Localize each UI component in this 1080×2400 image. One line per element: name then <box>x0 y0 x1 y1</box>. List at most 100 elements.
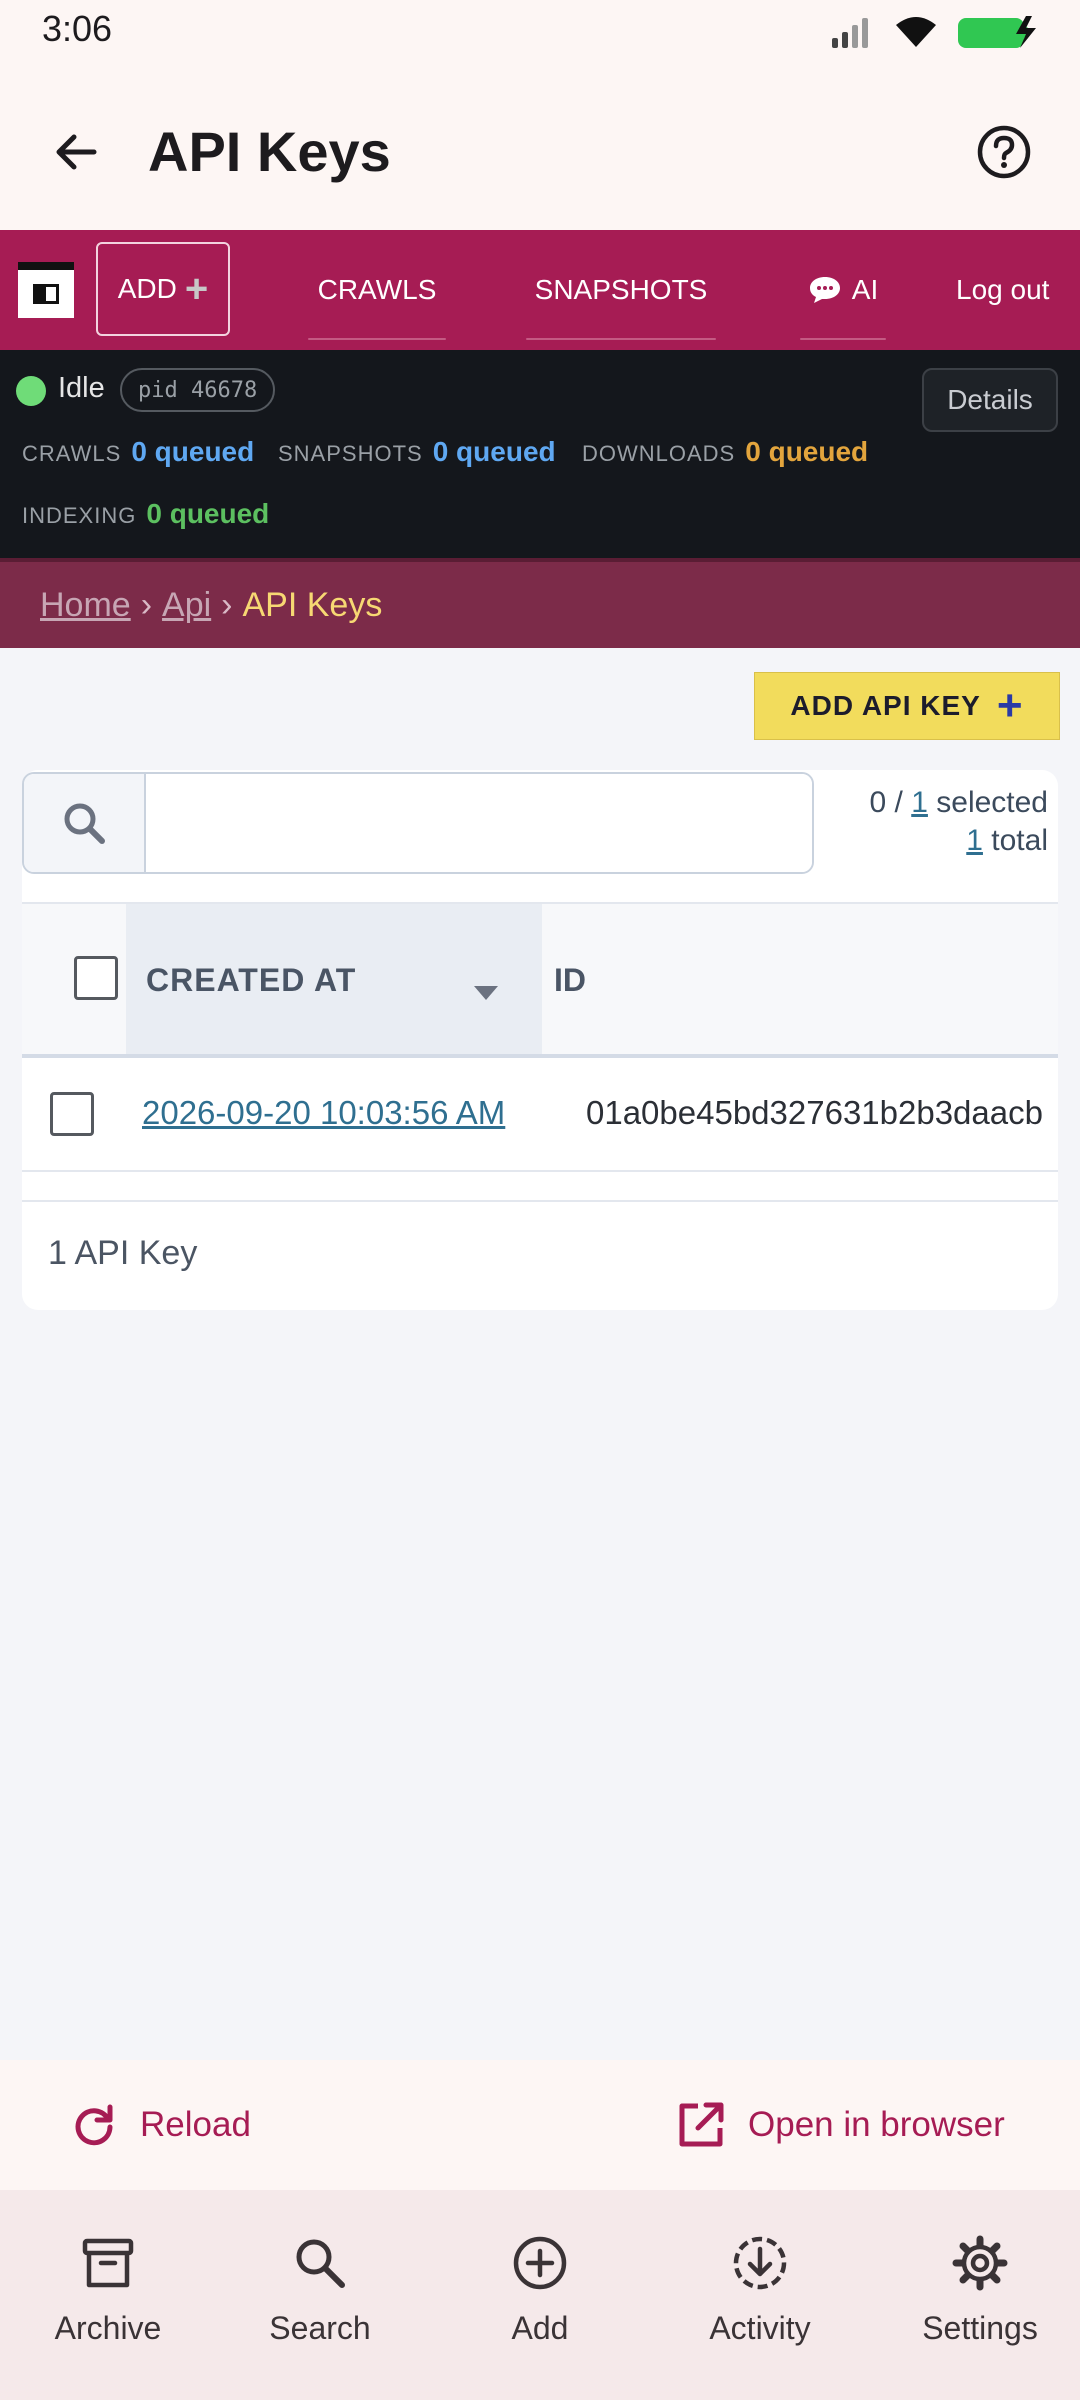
site-nav: ADD + CRAWLS SNAPSHOTS AI Log out <box>0 230 1080 350</box>
nav-add-label: ADD <box>117 273 177 304</box>
nav-divider <box>526 338 716 340</box>
nav-divider <box>800 338 886 340</box>
nav-add-button[interactable]: ADD + <box>96 242 230 336</box>
reload-button[interactable]: Reload <box>70 2060 251 2190</box>
archive-icon <box>82 2238 134 2288</box>
breadcrumb-current: API Keys <box>242 586 383 624</box>
bottom-nav-add[interactable]: Add <box>432 2190 648 2400</box>
open-in-browser-label: Open in browser <box>748 2105 1005 2144</box>
column-id[interactable]: ID <box>554 962 586 999</box>
breadcrumb-separator: › <box>221 586 233 624</box>
help-icon <box>977 125 1031 179</box>
plus-icon: + <box>184 267 209 311</box>
bottom-nav-label: Activity <box>709 2310 811 2346</box>
open-in-browser-button[interactable]: Open in browser <box>676 2060 1005 2190</box>
search-button[interactable] <box>24 774 146 872</box>
download-circle-icon <box>733 2236 787 2290</box>
bottom-nav-archive[interactable]: Archive <box>0 2190 216 2400</box>
bottom-nav: Archive Search Add Activity Settings <box>0 2190 1080 2400</box>
nav-ai-label: AI <box>851 274 879 305</box>
bottom-nav-settings[interactable]: Settings <box>872 2190 1080 2400</box>
pid-badge: pid 46678 <box>120 368 276 412</box>
status-bar: 3:06 <box>0 0 1080 60</box>
search-icon <box>296 2239 345 2288</box>
reload-label: Reload <box>140 2105 251 2144</box>
nav-divider <box>308 338 446 340</box>
nav-logout[interactable]: Log out <box>956 230 1080 350</box>
bottom-nav-label: Add <box>511 2310 569 2346</box>
total-count-link[interactable]: 1 <box>966 824 983 857</box>
page-title: API Keys <box>148 120 391 183</box>
nav-logout-label: Log out <box>956 274 1050 305</box>
nav-ai[interactable]: AI <box>796 230 890 350</box>
result-count: 1 API Key <box>48 1234 198 1272</box>
total-suffix: total <box>982 824 1048 857</box>
queue-value: 0 queued <box>146 498 270 529</box>
results-card: 0 / 1 selected 1 total CREATED AT ID 202… <box>22 770 1058 1310</box>
row-id: 01a0be45bd327631b2b3daacb <box>586 1094 1043 1131</box>
sort-desc-icon[interactable] <box>474 986 498 1000</box>
nav-snapshots-label: SNAPSHOTS <box>534 274 708 305</box>
breadcrumb-separator: › <box>140 586 153 624</box>
help-button[interactable] <box>964 112 1044 192</box>
add-api-key-button[interactable]: ADD API KEY + <box>754 672 1060 740</box>
bottom-nav-activity[interactable]: Activity <box>652 2190 868 2400</box>
selection-count-link[interactable]: 1 <box>911 786 928 819</box>
worker-state: Idle <box>58 372 105 404</box>
nav-snapshots[interactable]: SNAPSHOTS <box>520 230 722 350</box>
nav-crawls[interactable]: CRAWLS <box>300 230 454 350</box>
breadcrumb: Home › Api › API Keys <box>40 586 382 625</box>
queue-label: INDEXING <box>22 503 137 528</box>
queue-downloads: DOWNLOADS 0 queued <box>582 436 868 468</box>
add-circle-icon <box>513 2236 567 2290</box>
open-external-icon <box>679 2102 724 2147</box>
bottom-nav-label: Settings <box>922 2310 1038 2346</box>
search-icon <box>64 803 105 844</box>
row-checkbox[interactable] <box>50 1092 94 1136</box>
logo-icon <box>33 284 59 304</box>
site-logo[interactable] <box>18 262 74 318</box>
queue-value: 0 queued <box>745 436 869 467</box>
signal-icon <box>832 18 868 48</box>
bottom-nav-label: Archive <box>54 2310 162 2346</box>
plus-icon: + <box>996 681 1024 730</box>
battery-icon <box>958 16 1036 48</box>
bottom-nav-label: Search <box>269 2310 371 2346</box>
arrow-back-icon <box>56 134 97 170</box>
column-created-at-label: CREATED AT <box>146 962 357 998</box>
search-bar <box>22 772 814 874</box>
column-created-at[interactable]: CREATED AT <box>126 904 542 1054</box>
back-button[interactable] <box>36 112 116 192</box>
queue-label: SNAPSHOTS <box>278 441 423 466</box>
row-created-at-link[interactable]: 2026-09-20 10:03:56 AM <box>142 1094 505 1132</box>
selection-count: 0 / 1 selected <box>870 786 1048 820</box>
table-footer: 1 API Key <box>22 1200 1058 1310</box>
queue-label: CRAWLS <box>22 441 122 466</box>
queue-value: 0 queued <box>432 436 556 467</box>
selection-prefix: 0 / <box>869 786 912 819</box>
reload-icon <box>75 2104 113 2146</box>
add-api-key-label: ADD API KEY <box>790 690 981 721</box>
bottom-nav-search[interactable]: Search <box>212 2190 428 2400</box>
status-time: 3:06 <box>42 8 113 49</box>
status-icons <box>830 12 1040 52</box>
queue-indexing: INDEXING 0 queued <box>22 498 269 530</box>
gear-icon <box>952 2235 1008 2291</box>
action-bar: Reload Open in browser <box>0 2060 1080 2190</box>
worker-status-panel: Idle pid 46678 Details CRAWLS 0 queued S… <box>0 350 1080 558</box>
breadcrumb-home[interactable]: Home <box>40 586 131 625</box>
queue-label: DOWNLOADS <box>582 441 736 466</box>
chat-bubble-icon <box>809 277 840 303</box>
app-bar: API Keys <box>0 60 1080 230</box>
breadcrumb-api[interactable]: Api <box>162 586 211 625</box>
queue-value: 0 queued <box>131 436 255 467</box>
table-header: CREATED AT ID <box>22 902 1058 1058</box>
selection-suffix: selected <box>927 786 1048 819</box>
search-input[interactable] <box>148 774 812 872</box>
table-row: 2026-09-20 10:03:56 AM 01a0be45bd327631b… <box>22 1058 1058 1172</box>
wifi-icon <box>896 17 936 47</box>
select-all-checkbox[interactable] <box>74 956 118 1000</box>
breadcrumb-bar: Home › Api › API Keys <box>0 558 1080 648</box>
total-count: 1 total <box>966 824 1048 858</box>
details-button[interactable]: Details <box>922 368 1058 432</box>
